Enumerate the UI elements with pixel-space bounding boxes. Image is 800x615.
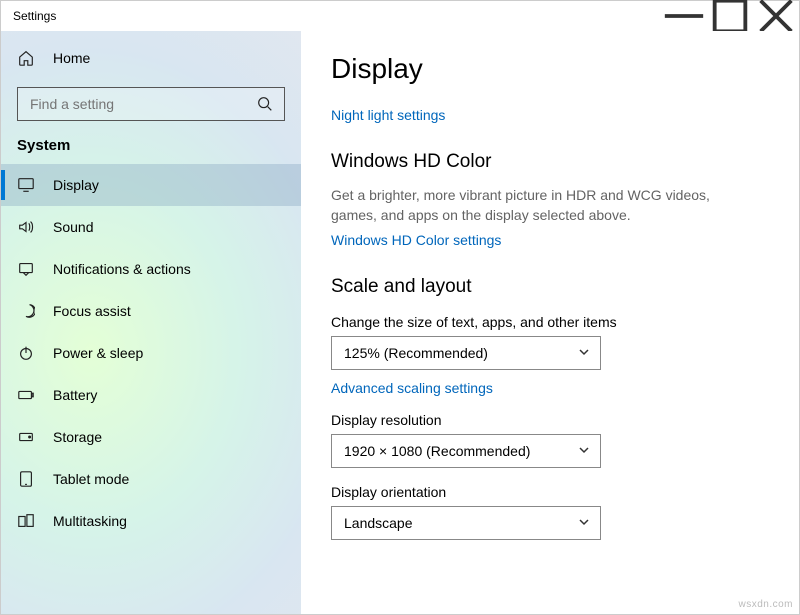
sidebar-item-sound[interactable]: Sound [1,206,301,248]
sidebar-home[interactable]: Home [1,37,301,79]
sidebar-item-power[interactable]: Power & sleep [1,332,301,374]
sidebar-item-notifications[interactable]: Notifications & actions [1,248,301,290]
sidebar-item-label: Multitasking [53,513,127,529]
sidebar-item-label: Battery [53,387,97,403]
orientation-value: Landscape [344,515,413,531]
sidebar-home-label: Home [53,50,90,66]
focus-icon [17,302,35,320]
resolution-select[interactable]: 1920 × 1080 (Recommended) [331,434,601,468]
sidebar-item-focus[interactable]: Focus assist [1,290,301,332]
resolution-value: 1920 × 1080 (Recommended) [344,443,530,459]
display-icon [17,176,35,194]
titlebar: Settings [1,1,799,31]
sidebar-item-battery[interactable]: Battery [1,374,301,416]
main-panel: Display Night light settings Windows HD … [301,31,799,614]
watermark: wsxdn.com [738,599,793,610]
advanced-scaling-link[interactable]: Advanced scaling settings [331,380,769,396]
sidebar-item-label: Tablet mode [53,471,129,487]
sidebar-item-storage[interactable]: Storage [1,416,301,458]
power-icon [17,344,35,362]
search-input[interactable] [17,87,285,121]
sidebar-item-tablet[interactable]: Tablet mode [1,458,301,500]
search-field[interactable] [28,95,248,113]
scale-heading: Scale and layout [331,276,769,298]
sidebar-item-label: Display [53,177,99,193]
notifications-icon [17,260,35,278]
sidebar-item-label: Notifications & actions [53,261,191,277]
close-button[interactable] [753,1,799,31]
sidebar-item-multitasking[interactable]: Multitasking [1,500,301,542]
resolution-label: Display resolution [331,412,769,428]
night-light-link[interactable]: Night light settings [331,107,769,123]
page-title: Display [331,53,769,85]
hd-color-desc: Get a brighter, more vibrant picture in … [331,185,711,226]
sidebar-item-label: Power & sleep [53,345,143,361]
minimize-button[interactable] [661,1,707,31]
text-size-select[interactable]: 125% (Recommended) [331,336,601,370]
text-size-label: Change the size of text, apps, and other… [331,314,769,330]
hd-color-link[interactable]: Windows HD Color settings [331,232,769,248]
sidebar-item-label: Focus assist [53,303,131,319]
sidebar-item-label: Storage [53,429,102,445]
orientation-select[interactable]: Landscape [331,506,601,540]
window-title: Settings [13,9,661,23]
search-icon [256,95,274,113]
multitasking-icon [17,512,35,530]
sound-icon [17,218,35,236]
sidebar-category: System [1,131,301,164]
sidebar-item-display[interactable]: Display [1,164,301,206]
text-size-value: 125% (Recommended) [344,345,488,361]
sidebar-item-label: Sound [53,219,93,235]
hd-color-heading: Windows HD Color [331,151,769,173]
sidebar: Home System Display Sound Notifications & … [1,31,301,614]
storage-icon [17,428,35,446]
home-icon [17,49,35,67]
chevron-down-icon [578,515,590,531]
tablet-icon [17,470,35,488]
orientation-label: Display orientation [331,484,769,500]
chevron-down-icon [578,443,590,459]
maximize-button[interactable] [707,1,753,31]
chevron-down-icon [578,345,590,361]
battery-icon [17,386,35,404]
